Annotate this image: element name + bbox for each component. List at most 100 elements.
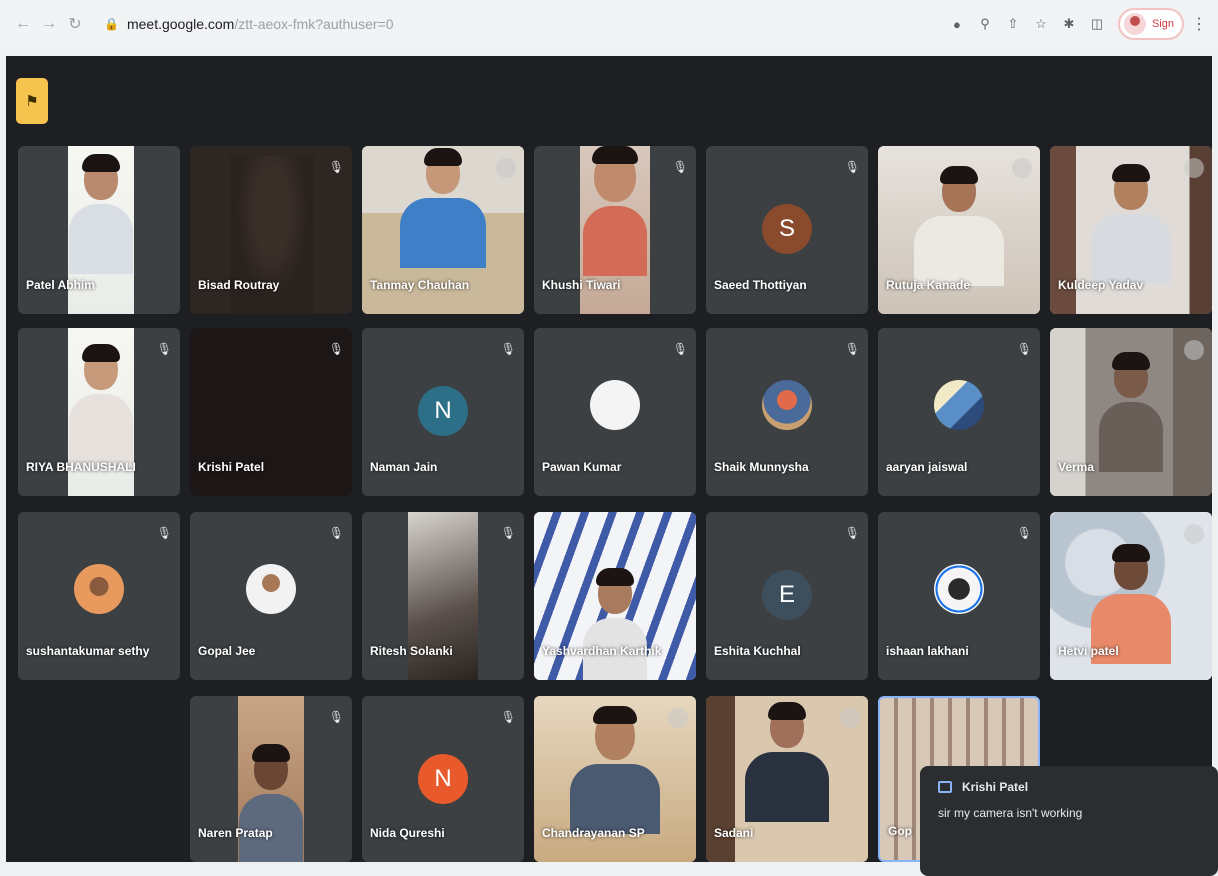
participant-name: Saeed Thottiyan: [714, 278, 807, 292]
participant-tile[interactable]: 🎙 Pawan Kumar: [534, 328, 696, 496]
profile-button[interactable]: Sign: [1117, 8, 1184, 40]
mic-off-icon: 🎙: [156, 526, 172, 540]
participant-avatar: [246, 564, 296, 614]
host-controls-icon[interactable]: ⚑: [16, 78, 48, 124]
participant-avatar: E: [762, 570, 812, 620]
participant-name: Rutuja Kanade: [886, 278, 971, 292]
participant-tile[interactable]: Patel Abhim: [18, 146, 180, 314]
participant-name: Verma: [1058, 460, 1095, 474]
participant-tile[interactable]: 🎙 Krishi Patel: [190, 328, 352, 496]
camera-indicator-icon[interactable]: ●: [946, 13, 968, 35]
participant-name: Ritesh Solanki: [370, 644, 453, 658]
mic-off-icon: 🎙: [328, 342, 344, 356]
participant-name: Gopal Jee: [198, 644, 256, 658]
participant-tile[interactable]: 🎙 Gopal Jee: [190, 512, 352, 680]
mic-off-icon: 🎙: [500, 526, 516, 540]
mic-off-icon: 🎙: [1016, 342, 1032, 356]
participant-name: Shaik Munnysha: [714, 460, 809, 474]
participant-tile[interactable]: 🎙 Naren Pratap: [190, 696, 352, 862]
chat-header: Krishi Patel: [938, 780, 1200, 794]
chat-notification[interactable]: Krishi Patel sir my camera isn't working: [920, 766, 1218, 876]
profile-label: Sign: [1151, 18, 1174, 30]
url-path: /ztt-aeox-fmk?authuser=0: [234, 16, 394, 32]
participant-tile[interactable]: 🎙 Bisad Routray: [190, 146, 352, 314]
participant-name: Sadani: [714, 826, 754, 840]
speaking-indicator-icon: [1012, 158, 1032, 178]
participant-tile[interactable]: N 🎙 Naman Jain: [362, 328, 524, 496]
mic-off-icon: 🎙: [500, 710, 516, 724]
profile-avatar: [1123, 13, 1146, 35]
mic-off-icon: 🎙: [672, 160, 688, 174]
share-icon[interactable]: ⇧: [1002, 13, 1024, 35]
speaking-indicator-icon: [496, 158, 516, 178]
participant-name: Tanmay Chauhan: [370, 278, 470, 292]
participant-name: Nida Qureshi: [370, 826, 445, 840]
participant-tile[interactable]: Hetvi patel: [1050, 512, 1212, 680]
participant-name: aaryan jaiswal: [886, 460, 968, 474]
participant-avatar: N: [418, 386, 468, 436]
mic-off-icon: 🎙: [156, 342, 172, 356]
participant-tile[interactable]: Sadani: [706, 696, 868, 862]
mic-off-icon: 🎙: [500, 342, 516, 356]
participant-tile[interactable]: Rutuja Kanade: [878, 146, 1040, 314]
participant-tile[interactable]: E 🎙 Eshita Kuchhal: [706, 512, 868, 680]
mic-off-icon: 🎙: [328, 160, 344, 174]
reload-icon[interactable]: ↻: [62, 11, 88, 37]
speaking-indicator-icon: [840, 708, 860, 728]
chat-icon: [938, 781, 952, 793]
browser-menu-icon[interactable]: ⋮: [1190, 14, 1208, 34]
participant-name: Patel Abhim: [26, 278, 95, 292]
participant-name: Pawan Kumar: [542, 460, 622, 474]
participant-tile[interactable]: Yashvardhan Karthik: [534, 512, 696, 680]
participant-tile[interactable]: 🎙 RIYA BHANUSHALI: [18, 328, 180, 496]
address-bar[interactable]: 🔒 meet.google.com /ztt-aeox-fmk?authuser…: [94, 9, 404, 39]
participant-avatar: N: [418, 754, 468, 804]
participant-name: Naman Jain: [370, 460, 438, 474]
speaking-indicator-icon: [1184, 158, 1204, 178]
side-panel-icon[interactable]: ◫: [1086, 13, 1108, 35]
participant-tile[interactable]: 🎙 ishaan lakhani: [878, 512, 1040, 680]
participant-tile[interactable]: Tanmay Chauhan: [362, 146, 524, 314]
extensions-icon[interactable]: ✱: [1058, 13, 1080, 35]
participant-tile[interactable]: 🎙 sushantakumar sethy: [18, 512, 180, 680]
participant-avatar: S: [762, 204, 812, 254]
participant-name: Gop: [888, 824, 912, 838]
mic-off-icon: 🎙: [844, 342, 860, 356]
participant-tile[interactable]: 🎙 aaryan jaiswal: [878, 328, 1040, 496]
speaking-indicator-icon: [668, 708, 688, 728]
participant-tile[interactable]: Chandrayanan SP: [534, 696, 696, 862]
lock-icon: 🔒: [104, 17, 119, 31]
toolbar-actions: ● ⚲ ⇧ ☆ ✱ ◫ Sign ⋮: [946, 8, 1208, 40]
mic-off-icon: 🎙: [328, 526, 344, 540]
participant-avatar: [934, 380, 984, 430]
participant-name: Kuldeep Yadav: [1058, 278, 1144, 292]
bookmark-star-icon[interactable]: ☆: [1030, 13, 1052, 35]
participant-name: ishaan lakhani: [886, 644, 969, 658]
mic-off-icon: 🎙: [672, 342, 688, 356]
speaking-indicator-icon: [1184, 340, 1204, 360]
participant-tile[interactable]: Verma: [1050, 328, 1212, 496]
participant-tile[interactable]: N 🎙 Nida Qureshi: [362, 696, 524, 862]
participant-name: Naren Pratap: [198, 826, 273, 840]
participant-tile[interactable]: Kuldeep Yadav: [1050, 146, 1212, 314]
forward-arrow-icon[interactable]: →: [36, 11, 62, 37]
back-arrow-icon[interactable]: ←: [10, 11, 36, 37]
mic-off-icon: 🎙: [844, 526, 860, 540]
participant-tile[interactable]: 🎙 Khushi Tiwari: [534, 146, 696, 314]
mic-off-icon: 🎙: [328, 710, 344, 724]
chat-message: sir my camera isn't working: [938, 806, 1083, 820]
participant-tile[interactable]: S 🎙 Saeed Thottiyan: [706, 146, 868, 314]
participant-name: Chandrayanan SP: [542, 826, 645, 840]
participant-name: Khushi Tiwari: [542, 278, 621, 292]
participant-name: Bisad Routray: [198, 278, 280, 292]
participant-tile[interactable]: 🎙 Ritesh Solanki: [362, 512, 524, 680]
mic-off-icon: 🎙: [844, 160, 860, 174]
participant-name: RIYA BHANUSHALI: [26, 460, 136, 474]
zoom-icon[interactable]: ⚲: [974, 13, 996, 35]
participant-avatar: [762, 380, 812, 430]
speaking-indicator-icon: [1184, 524, 1204, 544]
participant-tile[interactable]: 🎙 Shaik Munnysha: [706, 328, 868, 496]
mic-off-icon: 🎙: [1016, 526, 1032, 540]
participant-avatar: [934, 564, 984, 614]
meet-call-area: ⚑ Patel Abhim 🎙 Bisad Routray Tanmay Cha…: [6, 56, 1218, 876]
